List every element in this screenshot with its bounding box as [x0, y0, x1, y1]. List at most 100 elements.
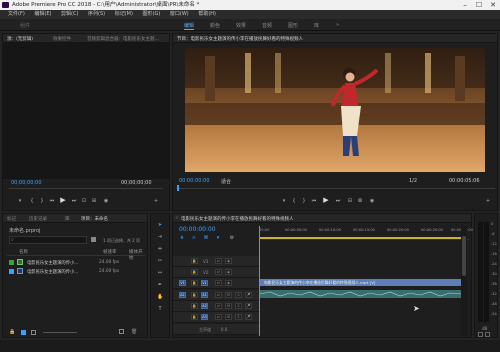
pen-tool-icon[interactable]: ✒	[157, 282, 163, 288]
column-name[interactable]: 名称	[19, 249, 28, 255]
program-export-frame-icon[interactable]: ◉	[369, 198, 375, 204]
workspace-more[interactable]: »	[336, 22, 339, 28]
source-ruler[interactable]	[9, 188, 163, 189]
program-timecode[interactable]: 00:00:00:00	[179, 178, 210, 184]
new-bin-icon[interactable]	[91, 237, 96, 242]
extract-icon[interactable]: ⊠	[357, 198, 363, 204]
program-resolution-dropdown[interactable]: 1/2	[409, 178, 417, 184]
hand-tool-icon[interactable]: ✋	[157, 294, 163, 300]
icon-view-icon[interactable]	[31, 330, 36, 335]
sync-lock-icon[interactable]: ⇄	[215, 258, 222, 264]
track-lock-icon[interactable]: 🔒	[191, 258, 198, 264]
tab-audio-clip-mixer[interactable]: 音频剪辑混合器：电影民乐女主题...	[87, 36, 159, 42]
workspace-effects[interactable]: 效果	[236, 22, 246, 29]
workspace-editing[interactable]: 编辑	[184, 22, 195, 30]
project-search-input[interactable]: ⌕	[9, 236, 87, 244]
workspace-libraries[interactable]: 库	[314, 22, 319, 29]
add-marker-icon[interactable]: ▾	[215, 235, 221, 241]
sync-lock-icon[interactable]: ⇄	[215, 280, 222, 286]
toggle-output-icon[interactable]: ◉	[225, 269, 232, 275]
source-patch-a1[interactable]: A1	[179, 292, 186, 298]
linked-selection-icon[interactable]: ⌘	[203, 235, 209, 241]
record-icon[interactable]: 🎤	[245, 314, 252, 320]
insert-icon[interactable]: ⊡	[81, 198, 87, 204]
marker-icon[interactable]: ▾	[17, 198, 23, 204]
tab-history[interactable]: 历史记录	[29, 216, 47, 222]
lock-icon[interactable]: 🔒	[9, 329, 15, 335]
toggle-output-icon[interactable]: ◉	[225, 258, 232, 264]
program-add-button-icon[interactable]: +	[485, 198, 491, 204]
track-lock-icon[interactable]: 🔒	[191, 303, 198, 309]
program-mark-out-icon[interactable]: }	[301, 198, 307, 204]
mark-in-icon[interactable]: {	[29, 198, 35, 204]
overwrite-icon[interactable]: ⊞	[91, 198, 97, 204]
mute-button[interactable]: M	[225, 292, 232, 298]
program-marker-icon[interactable]: ▾	[281, 198, 287, 204]
timeline-settings-icon[interactable]: ⚙	[229, 235, 235, 241]
mark-out-icon[interactable]: }	[39, 198, 45, 204]
program-ruler[interactable]	[177, 188, 495, 189]
tab-project[interactable]: 项目：未命名	[81, 216, 108, 222]
slip-tool-icon[interactable]: ↔	[157, 270, 163, 276]
record-icon[interactable]: 🎤	[245, 303, 252, 309]
menu-window[interactable]: 窗口(W)	[170, 11, 189, 17]
new-item-icon[interactable]	[119, 329, 124, 334]
track-target-a2[interactable]: A2	[201, 303, 208, 309]
workspace-audio[interactable]: 音频	[262, 22, 272, 29]
export-frame-icon[interactable]: ◉	[103, 198, 109, 204]
video-clip[interactable]: 电影民乐女主题演的传小李在播放民舞好看的特殊视频人.mp4 [V]	[260, 279, 462, 286]
trash-icon[interactable]: 🗑	[131, 329, 137, 335]
list-item[interactable]: 电影民乐女主题演的传小... 24.00 fps	[7, 267, 145, 276]
zoom-slider[interactable]	[43, 332, 77, 333]
track-lock-icon[interactable]: 🔒	[191, 280, 198, 286]
type-tool-icon[interactable]: T	[157, 306, 163, 312]
program-playhead[interactable]	[177, 185, 179, 191]
source-timecode[interactable]: 00;00;00;00	[11, 180, 42, 186]
maximize-icon[interactable]: ☐	[472, 0, 486, 10]
list-view-icon[interactable]	[21, 330, 26, 335]
program-play-icon[interactable]: ▶	[323, 197, 329, 204]
mute-button[interactable]: M	[225, 303, 232, 309]
list-item[interactable]: 电影民乐女主题演的传小... 24.00 fps	[7, 258, 145, 267]
solo-left-button[interactable]	[478, 332, 483, 337]
lift-icon[interactable]: ⊟	[347, 198, 353, 204]
menu-edit[interactable]: 编辑(E)	[34, 11, 51, 17]
sync-lock-icon[interactable]: ⇄	[215, 314, 222, 320]
program-step-forward-icon[interactable]: ⏭	[335, 198, 341, 204]
ripple-edit-tool-icon[interactable]: ⇹	[157, 246, 163, 252]
program-title[interactable]: 节目：电影民乐女主题演的传小李在播放民舞好看的特殊视频人	[177, 36, 303, 42]
track-target-a1[interactable]: A1	[201, 292, 208, 298]
solo-button[interactable]: S	[235, 292, 242, 298]
track-target-v1[interactable]: V1	[201, 280, 208, 286]
sync-lock-icon[interactable]: ⇄	[215, 269, 222, 275]
track-select-tool-icon[interactable]: ⇥	[157, 234, 163, 240]
tab-libraries[interactable]: 库	[65, 216, 70, 222]
menu-clip[interactable]: 剪辑(C)	[61, 11, 78, 17]
program-mark-in-icon[interactable]: {	[291, 198, 297, 204]
track-lock-icon[interactable]: 🔒	[191, 292, 198, 298]
tab-effect-controls[interactable]: 效果控件	[53, 36, 71, 42]
column-frame-rate[interactable]: 帧速率	[103, 249, 117, 255]
program-fit-dropdown[interactable]: 适合	[221, 178, 231, 185]
step-forward-icon[interactable]: ⏭	[71, 198, 77, 204]
source-viewer[interactable]	[3, 43, 169, 179]
mute-button[interactable]: M	[225, 314, 232, 320]
solo-button[interactable]: S	[235, 314, 242, 320]
source-patch-v1[interactable]: V1	[179, 280, 186, 286]
menu-marker[interactable]: 标记(M)	[115, 11, 133, 17]
sync-lock-icon[interactable]: ⇄	[215, 292, 222, 298]
record-icon[interactable]: 🎤	[245, 292, 252, 298]
close-tab-icon[interactable]: ×	[175, 216, 179, 221]
tab-markers[interactable]: 标记	[7, 216, 16, 222]
work-area-bar[interactable]	[259, 237, 463, 239]
solo-button[interactable]: S	[235, 303, 242, 309]
toggle-output-icon[interactable]: ◉	[225, 280, 232, 286]
track-lock-icon[interactable]: 🔒	[191, 314, 198, 320]
selection-tool-icon[interactable]: ➤	[157, 222, 163, 228]
razor-tool-icon[interactable]: ✂	[157, 258, 163, 264]
insert-sequence-nest-icon[interactable]: ⋔	[179, 235, 185, 241]
step-back-icon[interactable]: ⏮	[49, 198, 55, 204]
program-step-back-icon[interactable]: ⏮	[311, 198, 317, 204]
add-button-icon[interactable]: +	[153, 198, 159, 204]
menu-file[interactable]: 文件(F)	[8, 11, 25, 17]
